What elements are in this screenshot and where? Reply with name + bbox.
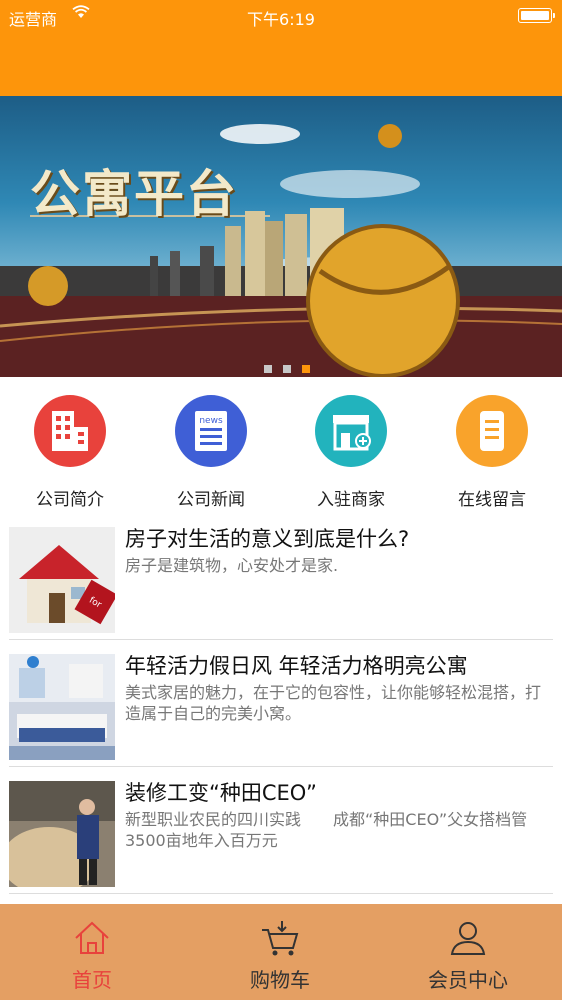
banner-image [0, 124, 562, 377]
quick-link-message[interactable]: 在线留言 [442, 395, 542, 510]
cart-icon [262, 921, 299, 956]
carousel-dot[interactable] [264, 365, 272, 373]
quick-link-company-intro[interactable]: 公司简介 [20, 395, 120, 510]
home-icon [75, 921, 109, 954]
list-item[interactable]: 年轻活力假日风 年轻活力格明亮公寓 美式家居的魅力，在于它的包容性，让你能够轻松… [9, 640, 553, 767]
quick-link-company-news[interactable]: news 公司新闻 [161, 395, 261, 510]
tab-label: 会员中心 [428, 968, 508, 992]
article-thumbnail [9, 781, 115, 887]
clock: 下午6:19 [247, 10, 315, 29]
store-icon [315, 395, 387, 467]
header-bar: 运营商 下午6:19 [0, 0, 562, 96]
svg-text:news: news [199, 416, 223, 426]
quick-link-label: 在线留言 [458, 490, 526, 510]
message-icon [456, 395, 528, 467]
article-title: 装修工变“种田CEO” [125, 781, 317, 805]
carousel-dot-active[interactable] [302, 365, 311, 373]
tab-bar: 首页 购物车 会员中心 [0, 904, 562, 1000]
buildings-icon [34, 395, 106, 467]
quick-link-label: 公司简介 [36, 490, 104, 510]
list-item[interactable]: 装修工变“种田CEO” 新型职业农民的四川实践 成都“种田CEO”父女搭档管35… [9, 767, 553, 894]
quick-link-label: 入驻商家 [317, 490, 385, 510]
article-desc: 房子是建筑物，心安处才是家. [125, 556, 339, 575]
quick-links: 公司简介 news 公司新闻 入驻商家 在线留言 [0, 377, 562, 513]
tab-label: 购物车 [250, 968, 310, 992]
tab-cart[interactable]: 购物车 [210, 918, 350, 993]
tab-member-center[interactable]: 会员中心 [398, 918, 538, 993]
tab-label: 首页 [72, 968, 112, 992]
status-bar: 运营商 下午6:19 [0, 0, 562, 32]
carousel-dots [264, 358, 316, 377]
article-desc: 新型职业农民的四川实践 成都“种田CEO”父女搭档管3500亩地年入百万元 [125, 810, 528, 850]
article-thumbnail: for [9, 527, 115, 633]
tab-home[interactable]: 首页 [22, 918, 162, 993]
article-thumbnail [9, 654, 115, 760]
user-icon [450, 922, 486, 955]
banner-title: 公寓平台 [30, 165, 238, 223]
article-list: for 房子对生活的意义到底是什么? 房子是建筑物，心安处才是家. 年轻活力假日… [9, 513, 553, 894]
banner-carousel[interactable]: 公寓平台 [0, 96, 562, 377]
quick-link-merchants[interactable]: 入驻商家 [301, 395, 401, 510]
article-title: 年轻活力假日风 年轻活力格明亮公寓 [125, 654, 468, 678]
carousel-dot[interactable] [283, 365, 292, 373]
battery-icon [518, 8, 555, 23]
quick-link-label: 公司新闻 [177, 490, 245, 510]
news-icon: news [175, 395, 247, 467]
article-title: 房子对生活的意义到底是什么? [125, 527, 410, 551]
article-desc: 美式家居的魅力，在于它的包容性，让你能够轻松混搭，打造属于自己的完美小窝。 [125, 683, 542, 723]
list-item[interactable]: for 房子对生活的意义到底是什么? 房子是建筑物，心安处才是家. [9, 513, 553, 640]
